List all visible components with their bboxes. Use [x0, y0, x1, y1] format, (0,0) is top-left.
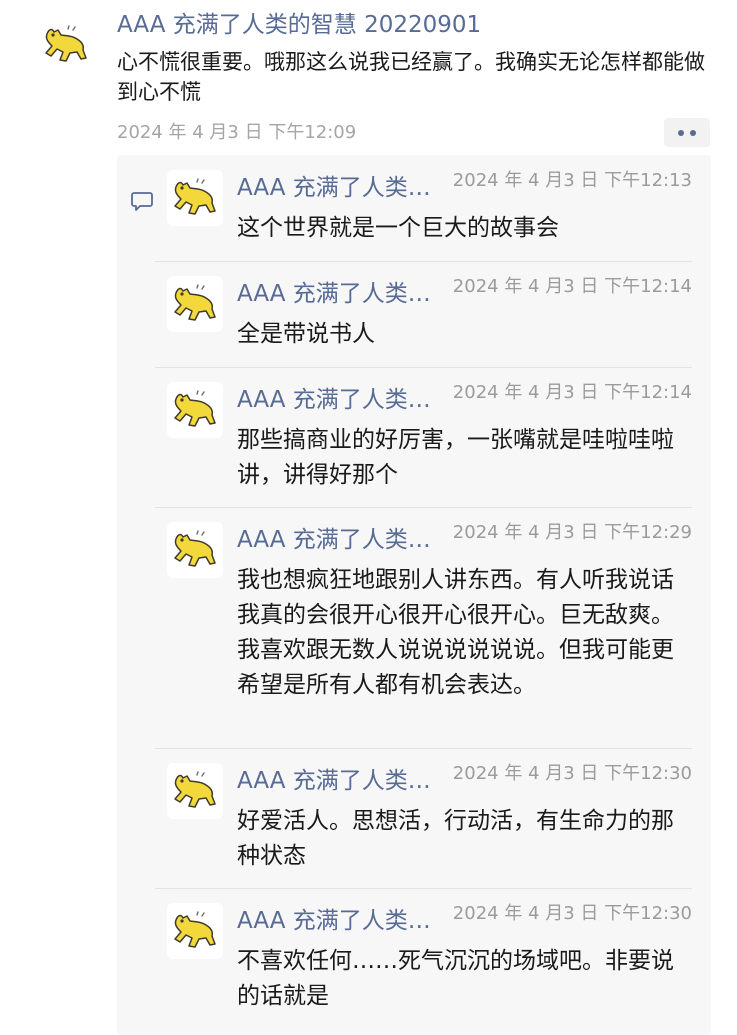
comment-time: 2024 年 4 月3 日 下午12:13	[452, 170, 692, 191]
comment-author[interactable]: AAA 充满了人类的智慧 20220901	[237, 906, 449, 936]
comment-item: AAA 充满了人类的智慧 20220901 2024 年 4 月3 日 下午12…	[117, 507, 711, 748]
comment-author[interactable]: AAA 充满了人类的智慧 20220901	[237, 279, 449, 309]
comment-divider	[155, 507, 692, 508]
comment-avatar[interactable]	[167, 522, 223, 578]
comment-time: 2024 年 4 月3 日 下午12:30	[452, 763, 692, 784]
comment-time: 2024 年 4 月3 日 下午12:14	[452, 276, 692, 297]
more-options-button[interactable]	[664, 118, 710, 147]
comment-avatar[interactable]	[167, 382, 223, 438]
comment-author[interactable]: AAA 充满了人类的智慧 20220901	[237, 525, 449, 555]
comment-text: 我也想疯狂地跟别人讲东西。有人听我说话我真的会很开心很开心很开心。巨无敌爽。我喜…	[237, 567, 674, 698]
yellow-cat-icon	[174, 390, 216, 427]
comment-text: 不喜欢任何……死气沉沉的场域吧。非要说的话就是	[237, 948, 674, 1009]
comment-avatar[interactable]	[167, 763, 223, 819]
post-avatar[interactable]	[38, 17, 94, 73]
comment-author[interactable]: AAA 充满了人类的智慧 20220901	[237, 173, 449, 203]
comment-item: AAA 充满了人类的智慧 20220901 2024 年 4 月3 日 下午12…	[117, 261, 711, 367]
comment-time: 2024 年 4 月3 日 下午12:14	[452, 382, 692, 403]
comment-item: AAA 充满了人类的智慧 20220901 2024 年 4 月3 日 下午12…	[117, 155, 711, 261]
comment-time: 2024 年 4 月3 日 下午12:30	[452, 903, 692, 924]
comment-item: AAA 充满了人类的智慧 20220901 2024 年 4 月3 日 下午12…	[117, 888, 711, 1035]
comment-text: 全是带说书人	[237, 321, 375, 347]
comment-item: AAA 充满了人类的智慧 20220901 2024 年 4 月3 日 下午12…	[117, 367, 711, 507]
more-dot-icon	[690, 129, 696, 136]
comments-panel: AAA 充满了人类的智慧 20220901 2024 年 4 月3 日 下午12…	[117, 155, 711, 1035]
comment-author[interactable]: AAA 充满了人类的智慧 20220901	[237, 766, 449, 796]
comment-divider	[155, 261, 692, 262]
comment-text: 那些搞商业的好厉害，一张嘴就是哇啦哇啦讲，讲得好那个	[237, 427, 674, 488]
yellow-cat-icon	[45, 25, 87, 62]
comment-bubble-icon[interactable]	[130, 190, 154, 212]
comment-divider	[155, 367, 692, 368]
post-text: 心不慌很重要。哦那这么说我已经赢了。我确实无论怎样都能做到心不慌	[117, 50, 705, 104]
comment-text: 好爱活人。思想活，行动活，有生命力的那种状态	[237, 808, 674, 869]
comment-item: AAA 充满了人类的智慧 20220901 2024 年 4 月3 日 下午12…	[117, 748, 711, 888]
comment-time: 2024 年 4 月3 日 下午12:29	[452, 522, 692, 543]
more-dot-icon	[678, 129, 684, 136]
post-author[interactable]: AAA 充满了人类的智慧 20220901	[117, 10, 481, 40]
comment-text: 这个世界就是一个巨大的故事会	[237, 215, 559, 241]
yellow-cat-icon	[174, 771, 216, 808]
yellow-cat-icon	[174, 530, 216, 567]
comment-avatar[interactable]	[167, 903, 223, 959]
comment-divider	[155, 888, 692, 889]
comment-author[interactable]: AAA 充满了人类的智慧 20220901	[237, 385, 449, 415]
comment-avatar[interactable]	[167, 170, 223, 226]
post-time: 2024 年 4 月3 日 下午12:09	[117, 122, 357, 143]
yellow-cat-icon	[174, 284, 216, 321]
comment-avatar[interactable]	[167, 276, 223, 332]
yellow-cat-icon	[174, 178, 216, 215]
yellow-cat-icon	[174, 911, 216, 948]
comment-divider	[155, 748, 692, 749]
